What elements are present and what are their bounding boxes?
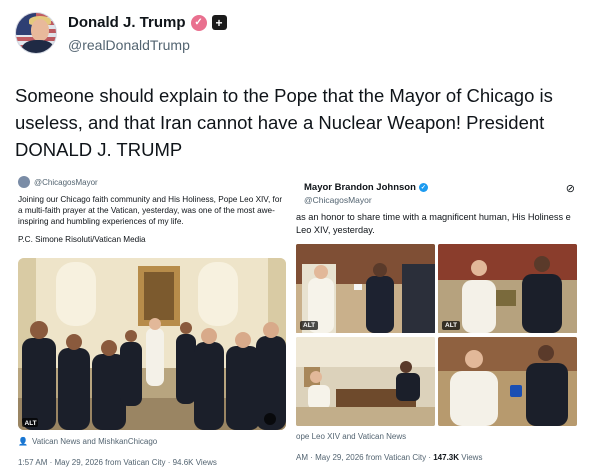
- quoted-handle[interactable]: @ChicagosMayor: [304, 195, 372, 205]
- grid-photo-1[interactable]: ALT: [296, 244, 435, 334]
- grid-photo-4[interactable]: [438, 336, 577, 427]
- quoted-body: as an honor to share time with a magnifi…: [296, 212, 571, 235]
- quoted-display-name[interactable]: Mayor Brandon Johnson: [304, 182, 416, 193]
- quoted-avatar: [18, 176, 30, 188]
- avatar[interactable]: [15, 12, 57, 54]
- grid-photo-1-scene: [296, 244, 435, 333]
- verified-badge-icon: ✓: [418, 183, 428, 192]
- quoted-post-right[interactable]: Mayor Brandon Johnson ✓ @ChicagosMayor ⊘…: [296, 176, 583, 467]
- user-handle[interactable]: @realDonaldTrump: [68, 37, 190, 53]
- quoted-handle: @ChicagosMayor: [34, 177, 98, 187]
- vatican-group-scene: ALT: [18, 258, 286, 430]
- quoted-post-left-header: @ChicagosMayor: [18, 176, 286, 188]
- avatar-suit: [22, 40, 54, 53]
- grid-photo-2[interactable]: ALT: [438, 244, 577, 334]
- vatican-group-photo[interactable]: ALT: [18, 258, 286, 430]
- avatar-face: [31, 19, 49, 41]
- author-name-row: Donald J. Trump ✓ +: [68, 14, 227, 31]
- quoted-body: Joining our Chicago faith community and …: [18, 195, 283, 226]
- post-meta-prefix: AM · May 29, 2026 from Vatican City ·: [296, 453, 434, 462]
- grid-photo-3-scene: [296, 336, 435, 426]
- quoted-display-name-row: Mayor Brandon Johnson ✓: [304, 182, 428, 193]
- post-text: Someone should explain to the Pope that …: [15, 85, 553, 160]
- photo-caption: ope Leo XIV and Vatican News: [296, 432, 407, 441]
- views-label: Views: [459, 453, 483, 462]
- post-meta: AM · May 29, 2026 from Vatican City · 14…: [296, 453, 482, 462]
- grid-photo-2-scene: [438, 244, 577, 333]
- affiliation-plus-icon[interactable]: +: [211, 15, 227, 30]
- display-name[interactable]: Donald J. Trump: [68, 14, 186, 31]
- quoted-post-right-header: Mayor Brandon Johnson ✓ @ChicagosMayor ⊘: [296, 178, 583, 208]
- svg-text:ALT: ALT: [25, 420, 37, 427]
- alt-badge[interactable]: ALT: [442, 320, 461, 330]
- photo-grid: ALT ALT: [296, 244, 577, 426]
- quoted-post-left[interactable]: @ChicagosMayor Joining our Chicago faith…: [18, 176, 286, 467]
- grok-icon[interactable]: ⊘: [566, 182, 575, 195]
- verified-badge-icon: ✓: [190, 14, 207, 31]
- photo-caption: Vatican News and MishkanChicago: [31, 437, 158, 446]
- photo-credit: P.C. Simone Risoluti/Vatican Media: [18, 235, 146, 244]
- post-meta: 1:57 AM · May 29, 2026 from Vatican City…: [18, 458, 217, 467]
- grid-photo-3[interactable]: [296, 336, 435, 427]
- alt-badge[interactable]: ALT: [300, 320, 319, 330]
- views-count: 147.3K: [433, 453, 460, 462]
- grid-photo-4-scene: [438, 336, 577, 426]
- photo-caption-row: 👤 Vatican News and MishkanChicago: [18, 437, 157, 446]
- person-icon: 👤: [18, 437, 28, 446]
